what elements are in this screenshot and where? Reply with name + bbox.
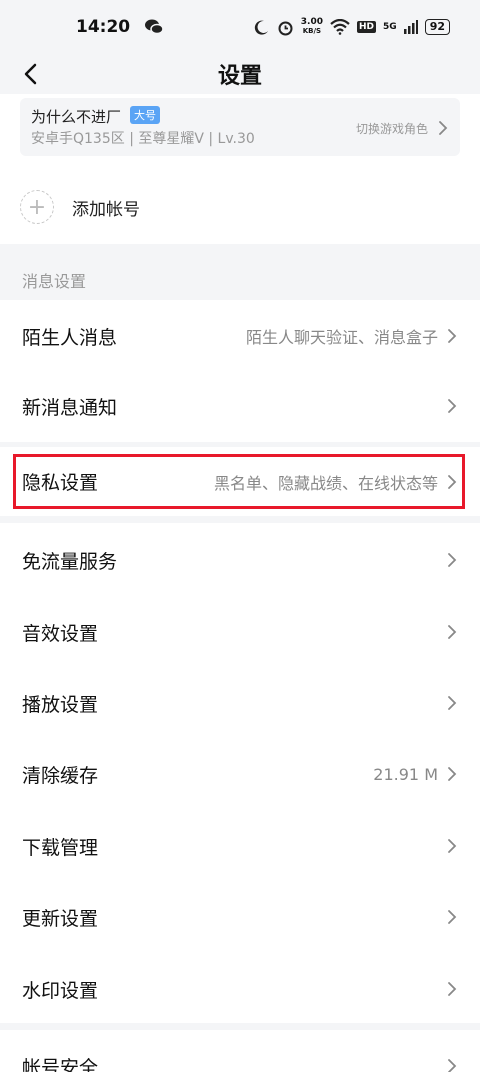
row-label: 清除缓存: [22, 764, 99, 787]
speed-value: 3.00: [300, 17, 324, 27]
sound-settings-row[interactable]: 音效设置: [0, 596, 480, 668]
account-info: 安卓手Q135区 | 至尊星耀V | Lv.30: [31, 131, 255, 147]
wechat-icon: [145, 19, 164, 35]
general-settings-group: 免流量服务 音效设置 播放设置 清除缓存 21.91 M 下载管理 更新设置 水…: [0, 523, 480, 1023]
account-badge: 大号: [130, 106, 160, 124]
chevron-right-icon: [448, 399, 457, 413]
add-icon: +: [20, 190, 54, 224]
chevron-right-icon: [448, 839, 457, 853]
alarm-icon: [278, 21, 293, 35]
row-label: 音效设置: [22, 622, 99, 645]
network-type: 5G: [383, 22, 397, 32]
row-label: 新消息通知: [22, 396, 118, 419]
status-bar: 14:20 3.00 KB/S HD 5G 92: [0, 0, 480, 54]
network-speed: 3.00 KB/S: [301, 18, 323, 36]
data-free-service-row[interactable]: 免流量服务: [0, 524, 480, 596]
add-account-button[interactable]: + 添加帐号: [20, 190, 460, 224]
chevron-right-icon: [448, 625, 457, 639]
signal-icon: [403, 20, 418, 34]
chevron-right-icon: [448, 767, 457, 781]
row-label: 陌生人消息: [22, 326, 118, 349]
update-settings-row[interactable]: 更新设置: [0, 881, 480, 953]
chevron-right-icon: [448, 553, 457, 567]
add-account-label: 添加帐号: [72, 199, 140, 220]
stranger-message-row[interactable]: 陌生人消息 陌生人聊天验证、消息盒子: [0, 300, 480, 372]
chevron-right-icon: [448, 910, 457, 924]
switch-role-button[interactable]: 切换游戏角色: [356, 120, 428, 137]
clear-cache-row[interactable]: 清除缓存 21.91 M: [0, 738, 480, 810]
row-label: 播放设置: [22, 693, 99, 716]
account-security-row[interactable]: 帐号安全: [0, 1030, 480, 1072]
row-label: 免流量服务: [22, 550, 118, 573]
message-settings-group: 陌生人消息 陌生人聊天验证、消息盒子 新消息通知: [0, 300, 480, 442]
row-label: 水印设置: [22, 979, 99, 1002]
account-card[interactable]: 为什么不进厂 大号 安卓手Q135区 | 至尊星耀V | Lv.30 切换游戏角…: [20, 98, 460, 156]
cache-size: 21.91 M: [373, 764, 438, 784]
speed-unit: KB/S: [302, 27, 322, 35]
account-section: 为什么不进厂 大号 安卓手Q135区 | 至尊星耀V | Lv.30 切换游戏角…: [0, 94, 480, 244]
account-security-group: 帐号安全: [0, 1030, 480, 1072]
highlight-box: [13, 454, 465, 509]
row-label: 更新设置: [22, 907, 99, 930]
page-title: 设置: [217, 64, 262, 89]
section-header-messages: 消息设置: [0, 244, 480, 300]
battery-icon: 92: [424, 19, 450, 35]
playback-settings-row[interactable]: 播放设置: [0, 667, 480, 739]
hd-badge: HD: [357, 21, 377, 33]
row-label: 下载管理: [22, 836, 99, 859]
chevron-right-icon: [448, 1059, 457, 1072]
nav-bar: 设置: [0, 54, 480, 94]
row-label: 帐号安全: [22, 1056, 99, 1072]
clock: 14:20: [76, 17, 131, 37]
back-arrow-icon: [24, 63, 37, 85]
download-manager-row[interactable]: 下载管理: [0, 810, 480, 882]
new-message-notify-row[interactable]: 新消息通知: [0, 370, 480, 442]
watermark-settings-row[interactable]: 水印设置: [0, 953, 480, 1025]
back-button[interactable]: [14, 56, 46, 92]
chevron-right-icon: [448, 982, 457, 996]
account-name: 为什么不进厂: [31, 108, 122, 126]
chevron-right-icon: [448, 696, 457, 710]
row-value: 陌生人聊天验证、消息盒子: [245, 328, 438, 347]
moon-icon: [254, 20, 268, 35]
chevron-right-icon: [439, 121, 448, 135]
chevron-right-icon: [448, 329, 457, 343]
wifi-icon: [330, 19, 350, 35]
